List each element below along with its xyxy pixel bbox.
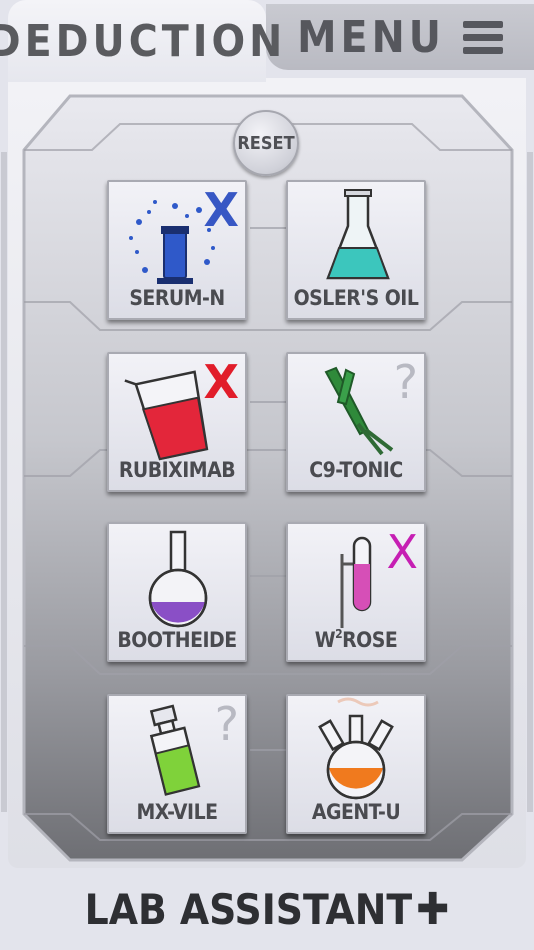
card-rubiximab[interactable]: X RUBIXIMAB xyxy=(107,352,247,492)
status-mark: ? xyxy=(214,697,239,751)
card-label: W2ROSE xyxy=(288,627,424,652)
card-mx-vile[interactable]: ? MX-VILE xyxy=(107,694,247,834)
status-mark: ? xyxy=(393,355,418,409)
status-mark: X xyxy=(203,355,239,409)
card-label-main: W xyxy=(314,628,336,652)
app-title: LAB ASSISTANT xyxy=(84,884,413,934)
card-label: SERUM-N xyxy=(129,286,225,310)
app-title-footer: LAB ASSISTANT ✚ xyxy=(0,868,534,950)
reset-button[interactable]: RESET xyxy=(233,110,299,176)
card-oslers-oil[interactable]: OSLER'S OIL xyxy=(286,180,426,320)
status-mark: X xyxy=(203,183,239,237)
card-w2rose[interactable]: X W2ROSE xyxy=(286,522,426,662)
card-serum-n[interactable]: X SERUM-N xyxy=(107,180,247,320)
card-c9-tonic[interactable]: ? C9-TONIC xyxy=(286,352,426,492)
status-mark: X xyxy=(386,525,418,579)
card-label-rest: ROSE xyxy=(342,628,398,652)
card-label: AGENT-U xyxy=(311,800,401,824)
plus-icon: ✚ xyxy=(416,883,450,935)
card-bootheide[interactable]: BOOTHEIDE xyxy=(107,522,247,662)
card-label-superscript: 2 xyxy=(335,627,343,641)
card-label: C9-TONIC xyxy=(309,458,403,482)
card-label: BOOTHEIDE xyxy=(117,628,237,652)
card-agent-u[interactable]: AGENT-U xyxy=(286,694,426,834)
card-label: RUBIXIMAB xyxy=(118,458,236,482)
tab-deduction[interactable]: DEDUCTION xyxy=(0,0,282,82)
card-label: MX-VILE xyxy=(136,800,218,824)
card-label: OSLER'S OIL xyxy=(293,286,419,310)
